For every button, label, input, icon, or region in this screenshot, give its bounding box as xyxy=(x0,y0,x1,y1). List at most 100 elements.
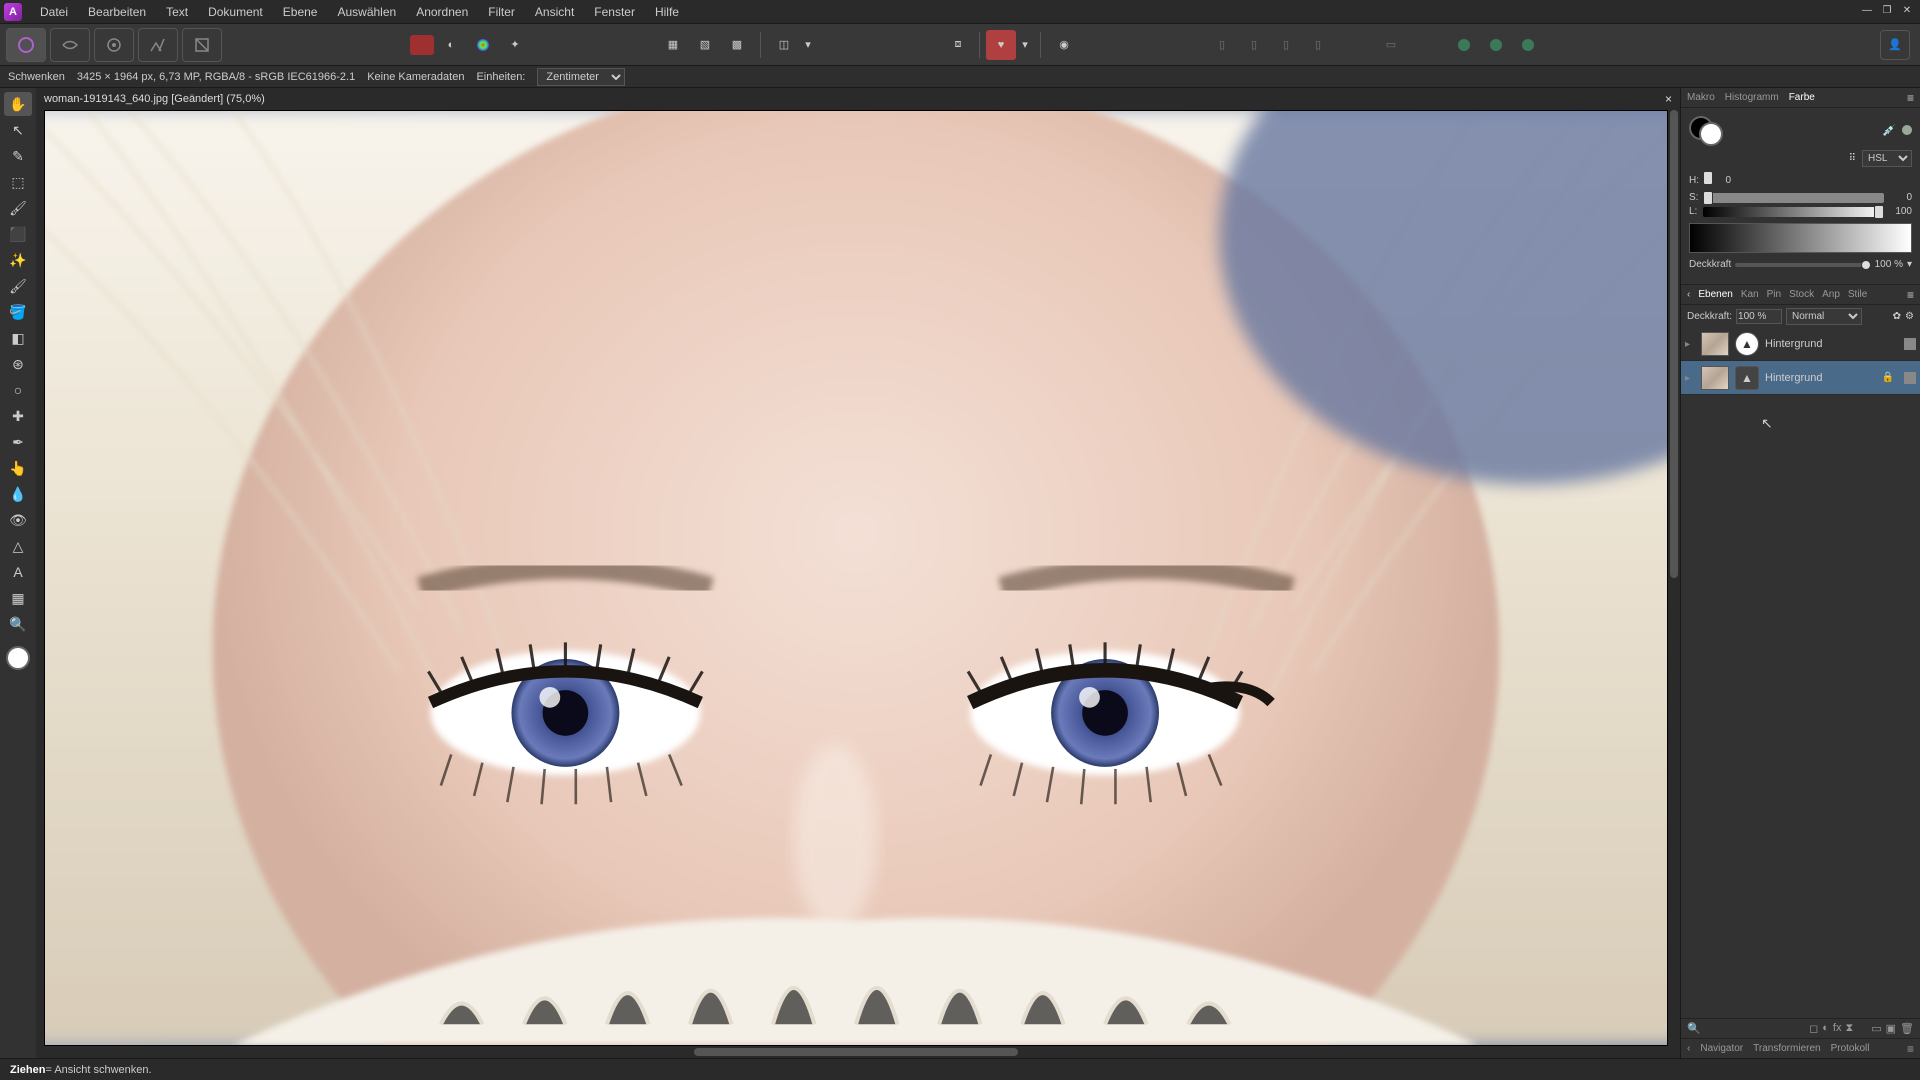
addon-3-icon[interactable] xyxy=(1513,30,1543,60)
hand-tool-icon[interactable]: ✋ xyxy=(4,92,32,116)
layer-expand-icon[interactable]: ▸ xyxy=(1685,373,1695,383)
layer-search-icon[interactable]: 🔍 xyxy=(1687,1022,1701,1035)
maximize-icon[interactable]: ❐ xyxy=(1878,2,1896,18)
autocontrast-icon[interactable] xyxy=(468,30,498,60)
panel-opacity-slider[interactable] xyxy=(1735,263,1870,267)
menu-anordnen[interactable]: Anordnen xyxy=(406,1,478,23)
dodge-tool-icon[interactable]: ○ xyxy=(4,378,32,402)
layer-mask-icon[interactable]: ▲ xyxy=(1735,332,1759,356)
layer-row[interactable]: ▸ ▲ Hintergrund 🔒 ↖ xyxy=(1681,361,1920,395)
delete-layer-icon[interactable]: 🗑 xyxy=(1900,1022,1914,1035)
layer-opacity-input[interactable] xyxy=(1736,309,1782,324)
studio-collapse-icon[interactable]: ‹ xyxy=(1687,289,1690,300)
autocolor-icon[interactable] xyxy=(410,35,434,55)
menu-text[interactable]: Text xyxy=(156,1,198,23)
clone-tool-icon[interactable]: ⊛ xyxy=(4,352,32,376)
saturation-slider[interactable] xyxy=(1703,193,1884,203)
app-icon[interactable]: A xyxy=(4,3,22,21)
assistant-dropdown-icon[interactable]: ▾ xyxy=(1018,30,1032,60)
fx-layer-icon[interactable]: fx xyxy=(1833,1022,1842,1035)
menu-filter[interactable]: Filter xyxy=(478,1,525,23)
layer-fx-icon[interactable]: ✿ xyxy=(1893,311,1901,322)
invert-select-icon[interactable]: ▩ xyxy=(722,30,752,60)
selection-brush-icon[interactable]: 🖌 xyxy=(4,196,32,220)
assistant-icon[interactable]: ♥ xyxy=(986,30,1016,60)
adjust-layer-icon[interactable]: ◐ xyxy=(1822,1022,1829,1035)
tab-makro[interactable]: Makro xyxy=(1687,92,1715,103)
snapshot-icon[interactable]: ◉ xyxy=(1049,30,1079,60)
tab-histogramm[interactable]: Histogramm xyxy=(1725,92,1779,103)
live-filter-icon[interactable]: ⧗ xyxy=(1845,1022,1853,1035)
layer-row[interactable]: ▸ ▲ Hintergrund xyxy=(1681,327,1920,361)
noise-icon[interactable]: ⠿ xyxy=(1849,153,1856,164)
eyedropper-icon[interactable]: 💉 xyxy=(1882,124,1896,137)
color-swatch[interactable] xyxy=(6,646,30,670)
tab-stile[interactable]: Stile xyxy=(1848,289,1867,300)
persona-photo-icon[interactable] xyxy=(6,28,46,62)
lock-icon[interactable]: 🔒 xyxy=(1882,372,1894,383)
persona-export-icon[interactable] xyxy=(182,28,222,62)
shape-tool-icon[interactable]: △ xyxy=(4,534,32,558)
tab-transformieren[interactable]: Transformieren xyxy=(1753,1043,1820,1054)
bottom-collapse-icon[interactable]: ‹ xyxy=(1687,1043,1690,1054)
smudge-tool-icon[interactable]: 👆 xyxy=(4,456,32,480)
colorpicker-tool-icon[interactable]: ✎ xyxy=(4,144,32,168)
tab-kanaele[interactable]: Kan xyxy=(1741,289,1759,300)
menu-ebene[interactable]: Ebene xyxy=(273,1,328,23)
menu-bearbeiten[interactable]: Bearbeiten xyxy=(78,1,156,23)
foreground-color[interactable] xyxy=(1699,122,1723,146)
flood-select-icon[interactable]: ✨ xyxy=(4,248,32,272)
move-tool-icon[interactable]: ↖ xyxy=(4,118,32,142)
persona-liquify-icon[interactable] xyxy=(50,28,90,62)
tab-protokoll[interactable]: Protokoll xyxy=(1831,1043,1870,1054)
deselect-icon[interactable]: ▧ xyxy=(690,30,720,60)
menu-datei[interactable]: Datei xyxy=(30,1,78,23)
quickmask-dropdown-icon[interactable]: ▾ xyxy=(801,30,815,60)
mesh-tool-icon[interactable]: ▦ xyxy=(4,586,32,610)
units-select[interactable]: Zentimeter xyxy=(537,68,625,86)
layer-visibility-checkbox[interactable] xyxy=(1904,372,1916,384)
layer-visibility-checkbox[interactable] xyxy=(1904,338,1916,350)
addon-2-icon[interactable] xyxy=(1481,30,1511,60)
layer-expand-icon[interactable]: ▸ xyxy=(1685,339,1695,349)
canvas[interactable] xyxy=(44,110,1668,1046)
menu-ansicht[interactable]: Ansicht xyxy=(525,1,584,23)
pen-tool-icon[interactable]: ✒ xyxy=(4,430,32,454)
crop-tool-icon[interactable]: ⬚ xyxy=(4,170,32,194)
align-icon[interactable]: ▭ xyxy=(1371,30,1411,60)
opacity-dropdown-icon[interactable]: ▾ xyxy=(1907,259,1912,270)
horizontal-scrollbar[interactable] xyxy=(44,1046,1668,1058)
persona-develop-icon[interactable] xyxy=(94,28,134,62)
lightness-slider[interactable] xyxy=(1703,207,1884,217)
document-tab-label[interactable]: woman-1919143_640.jpg [Geändert] (75,0%) xyxy=(44,93,265,105)
persona-tone-icon[interactable] xyxy=(138,28,178,62)
autolevels-icon[interactable]: ◐ xyxy=(436,30,466,60)
inpainting-tool-icon[interactable]: ✚ xyxy=(4,404,32,428)
crop-icon[interactable]: ⧈ xyxy=(943,30,973,60)
erase-tool-icon[interactable]: ◧ xyxy=(4,326,32,350)
layers-menu-icon[interactable]: ≡ xyxy=(1907,288,1914,302)
account-icon[interactable]: 👤 xyxy=(1880,30,1910,60)
blend-mode-select[interactable]: Normal xyxy=(1786,308,1862,325)
add-layer-icon[interactable]: ▭ xyxy=(1871,1022,1881,1035)
mask-layer-icon[interactable]: ◻ xyxy=(1809,1022,1818,1035)
layer-name[interactable]: Hintergrund xyxy=(1765,338,1822,350)
zoom-tool-icon[interactable]: 🔍 xyxy=(4,612,32,636)
select-all-icon[interactable]: ▦ xyxy=(658,30,688,60)
text-tool-icon[interactable]: A xyxy=(4,560,32,584)
layer-name[interactable]: Hintergrund xyxy=(1765,372,1822,384)
bottom-menu-icon[interactable]: ≡ xyxy=(1907,1042,1914,1056)
layer-thumbnail[interactable] xyxy=(1701,332,1729,356)
fill-tool-icon[interactable]: 🪣 xyxy=(4,300,32,324)
marquee-tool-icon[interactable]: ⬛ xyxy=(4,222,32,246)
vertical-scrollbar[interactable] xyxy=(1668,110,1680,1046)
menu-auswaehlen[interactable]: Auswählen xyxy=(327,1,406,23)
minimize-icon[interactable]: — xyxy=(1858,2,1876,18)
panel-menu-icon[interactable]: ≡ xyxy=(1907,91,1914,105)
layer-settings-icon[interactable]: ⚙ xyxy=(1905,311,1914,322)
menu-dokument[interactable]: Dokument xyxy=(198,1,273,23)
tab-stock[interactable]: Stock xyxy=(1789,289,1814,300)
autowb-icon[interactable]: ✦ xyxy=(500,30,530,60)
tab-anpassungen[interactable]: Anp xyxy=(1822,289,1840,300)
blur-tool-icon[interactable]: 💧 xyxy=(4,482,32,506)
